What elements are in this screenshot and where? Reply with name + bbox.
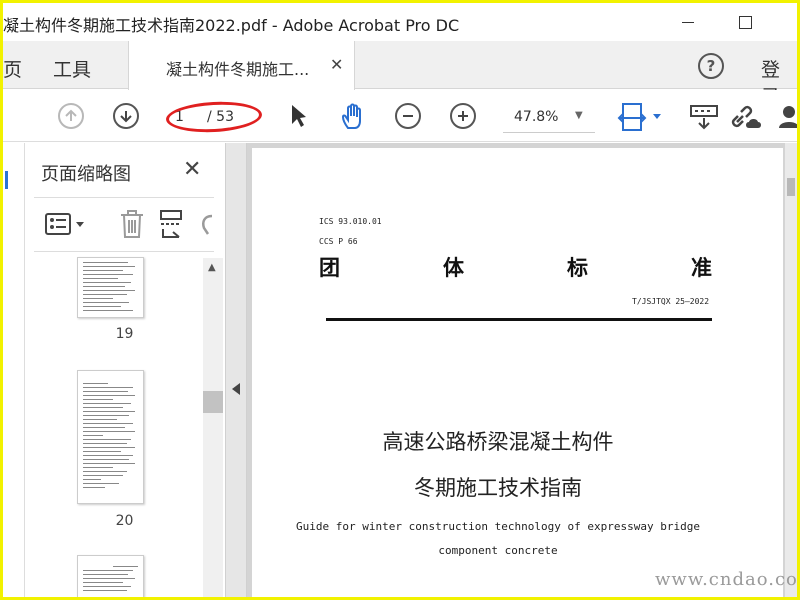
document-title-line-1: 高速公路桥梁混凝土构件 [382,430,614,454]
heading-char: 体 [443,256,464,280]
english-title-line-1: Guide for winter construction technology… [296,520,700,533]
thumbnail-page-number: 20 [115,513,134,529]
tab-bar: 页 工具 凝土构件冬期施工... ✕ ? 登录 [3,41,797,108]
scroll-mode-icon[interactable] [689,102,719,132]
heading-char: 团 [319,256,340,280]
document-viewer: ICS 93.010.01 CCS P 66 团 体 标 准 T/JSJTQX … [247,143,797,597]
panel-collapse-handle[interactable] [225,143,247,597]
minus-icon [403,115,413,117]
scrollbar-thumb[interactable] [203,391,223,413]
options-menu-icon[interactable] [44,212,90,238]
arrow-up-icon [65,109,77,121]
ics-code: ICS 93.010.01 [319,217,382,226]
page-thumbnail-19[interactable] [77,257,144,318]
page-thumbnail-21[interactable] [77,555,144,597]
window-title: 凝土构件冬期施工技术指南2022.pdf - Adobe Acrobat Pro… [3,16,460,35]
pdf-page: ICS 93.010.01 CCS P 66 团 体 标 准 T/JSJTQX … [252,148,783,597]
zoom-underline [503,132,595,133]
document-scrollbar[interactable] [785,143,797,597]
user-icon[interactable] [777,102,797,132]
chevron-down-icon[interactable]: ▼ [575,110,583,121]
standard-number: T/JSJTQX 25—2022 [632,297,710,306]
zoom-in-button[interactable] [450,103,476,129]
minimize-button[interactable] [673,9,703,35]
next-page-button[interactable] [113,103,139,129]
thumbnail-page-number: 19 [115,326,134,342]
close-icon[interactable]: ✕ [183,157,201,182]
arrow-down-icon [120,111,132,123]
previous-page-button[interactable] [58,103,84,129]
tab-tools[interactable]: 工具 [53,55,91,82]
maximize-button[interactable] [730,9,760,35]
red-highlight-oval [165,99,263,135]
english-title-line-2: component concrete [438,544,558,557]
active-panel-indicator [5,171,8,189]
heading-char: 准 [691,256,712,280]
thumbnail-panel: 页面缩略图 ✕ 19 20 ▲ [26,143,225,597]
close-tab-icon[interactable]: ✕ [330,55,343,74]
hand-tool-icon[interactable] [339,102,369,132]
help-icon[interactable]: ? [698,53,724,79]
select-cursor-icon[interactable] [287,102,309,130]
thumbnail-list: 19 20 [26,255,201,597]
heading-char: 标 [567,256,588,280]
tab-home[interactable]: 页 [3,55,22,82]
thumbnail-scrollbar[interactable]: ▲ [203,258,223,597]
plus-icon [458,111,468,121]
toolbar: 1 / 53 47.8% ▼ [3,90,797,142]
title-bar: 凝土构件冬期施工技术指南2022.pdf - Adobe Acrobat Pro… [3,3,797,41]
panel-title: 页面缩略图 [41,164,131,185]
scrollbar-thumb[interactable] [787,178,795,196]
document-tab-label: 凝土构件冬期施工... [166,60,310,79]
rotate-icon[interactable] [198,208,214,240]
tab-document[interactable]: 凝土构件冬期施工... ✕ [128,41,355,90]
navigation-strip [3,143,25,597]
document-title-line-2: 冬期施工技术指南 [414,476,582,500]
zoom-out-button[interactable] [395,103,421,129]
fit-page-icon[interactable] [617,102,663,132]
page-thumbnail-20[interactable] [77,370,144,504]
thumbnail-toolbar [34,197,214,252]
scroll-up-icon[interactable]: ▲ [208,262,216,273]
acrobat-window: 凝土构件冬期施工技术指南2022.pdf - Adobe Acrobat Pro… [3,3,797,597]
heading-rule [326,318,712,321]
collapse-arrow-icon[interactable] [232,383,240,395]
ccs-code: CCS P 66 [319,237,358,246]
link-cloud-icon[interactable] [731,102,765,132]
insert-page-icon[interactable] [158,208,186,240]
watermark-text: www.cndao.com [655,569,797,590]
zoom-level-select[interactable]: 47.8% [514,109,558,125]
trash-icon[interactable] [118,208,146,240]
